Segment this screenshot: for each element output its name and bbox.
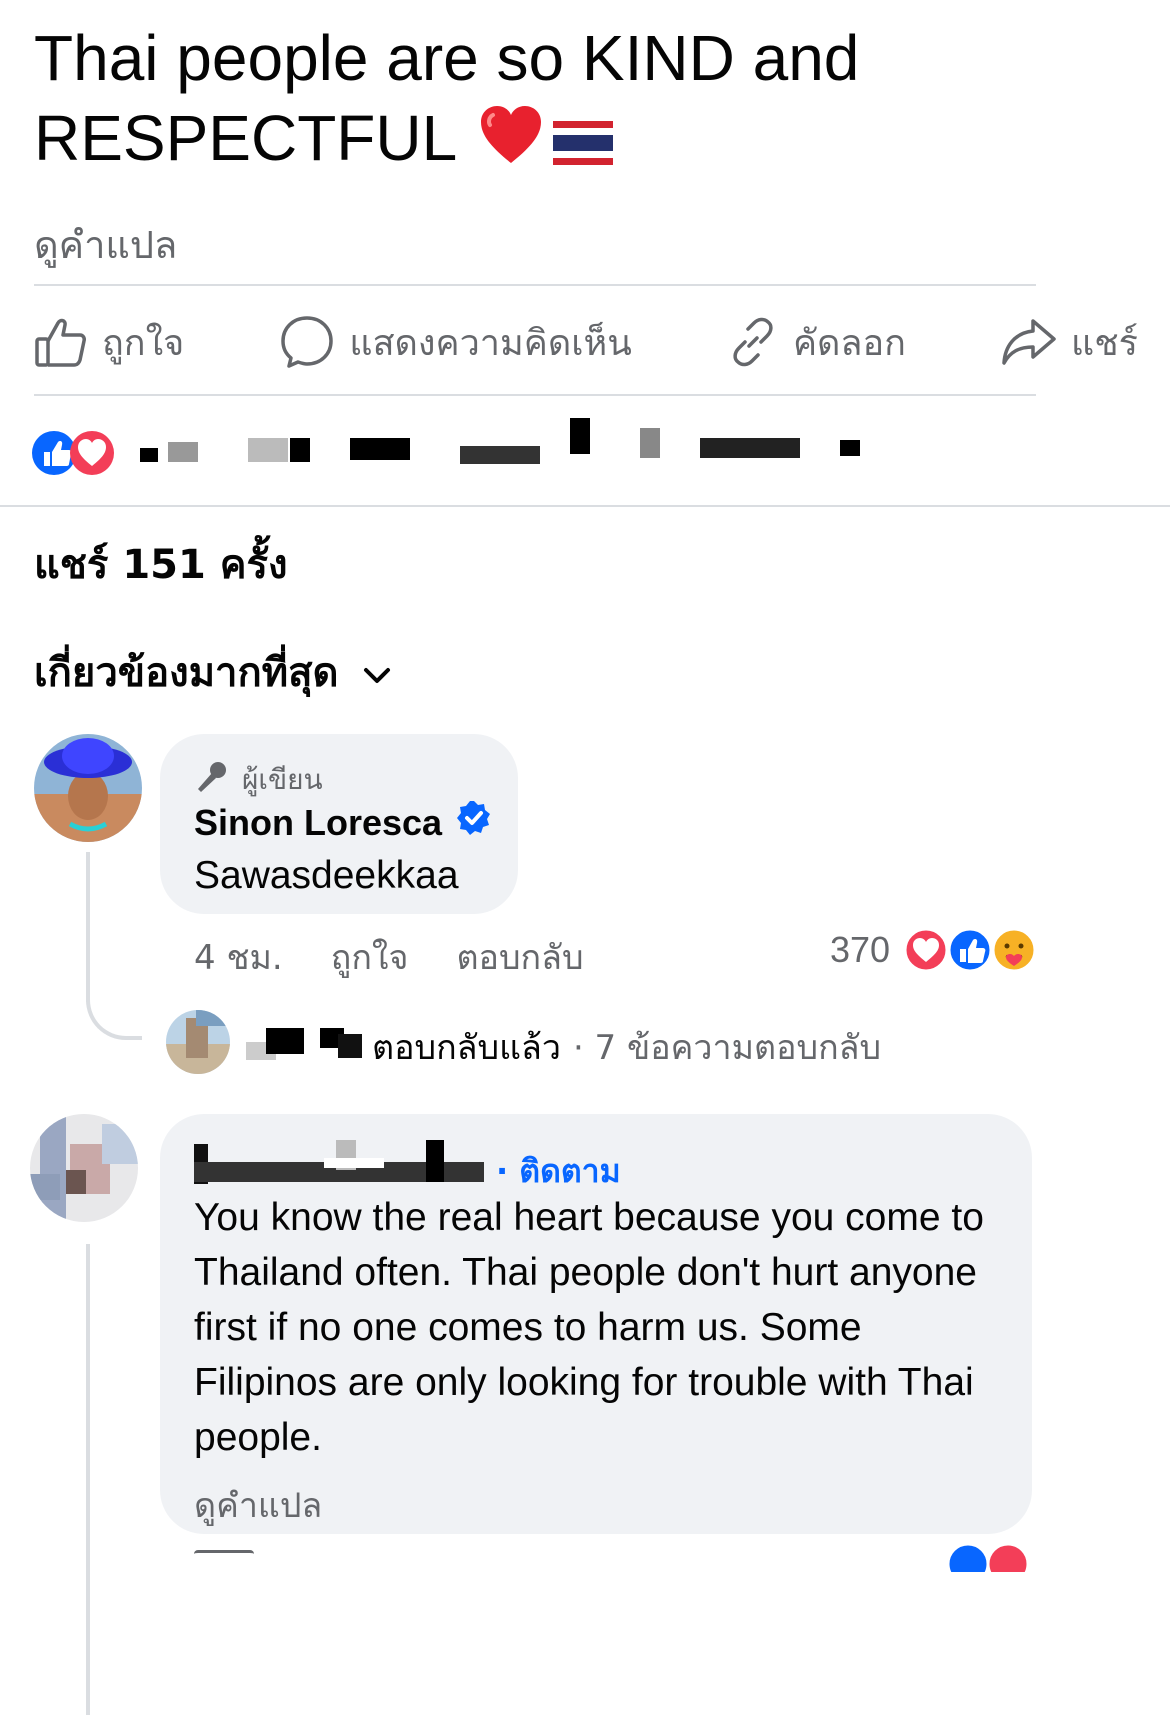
share-count[interactable]: แชร์ 151 ครั้ง	[34, 532, 288, 596]
post-action-bar: ถูกใจ แสดงความคิดเห็น คัดลอก แชร์	[34, 300, 1138, 384]
like-button[interactable]: ถูกใจ	[34, 314, 184, 371]
verified-badge-icon	[456, 800, 492, 845]
copy-link-button[interactable]: คัดลอก	[727, 314, 906, 371]
comment-button[interactable]: แสดงความคิดเห็น	[279, 314, 632, 371]
reaction-icons-partial	[946, 1542, 1036, 1572]
link-icon	[727, 316, 779, 368]
share-label: แชร์	[1070, 322, 1138, 364]
divider	[34, 284, 1036, 286]
comment-text: Sawasdeekkaa	[194, 854, 459, 897]
redacted-replier-name	[246, 1024, 364, 1064]
reply-thread-line	[86, 852, 90, 1002]
reply-thread-curve	[86, 990, 142, 1040]
comment-bubble-icon	[279, 314, 335, 370]
commenter-avatar[interactable]	[30, 1114, 138, 1222]
comment-sort-dropdown[interactable]: เกี่ยวข้องมากที่สุด	[34, 640, 391, 704]
replied-label: ตอบกลับแล้ว	[372, 1028, 561, 1068]
comment-timestamp: 4 ชม.	[194, 938, 283, 978]
redacted-commenter-name	[194, 1140, 504, 1184]
share-arrow-icon	[1001, 317, 1057, 367]
divider	[34, 394, 1036, 396]
comment-meta-partial	[194, 1550, 314, 1570]
replies-count: · 7 ข้อความตอบกลับ	[572, 1028, 882, 1068]
red-heart-icon	[479, 103, 543, 183]
comment-reply-button[interactable]: ตอบกลับ	[456, 930, 583, 984]
comment-like-button[interactable]: ถูกใจ	[331, 930, 409, 984]
commenter-name-text: Sinon Loresca	[194, 801, 443, 843]
commenter-name[interactable]: Sinon Loresca	[194, 800, 492, 845]
author-badge-label: ผู้เขียน	[242, 763, 323, 796]
thumbs-up-icon	[34, 315, 88, 369]
reaction-icons	[30, 428, 130, 478]
microphone-icon	[194, 759, 230, 802]
post-text: Thai people are so KIND and RESPECTFUL	[34, 18, 1134, 183]
post-text-line-2: RESPECTFUL	[34, 98, 1134, 183]
view-replies-link[interactable]: ตอบกลับแล้ว · 7 ข้อความตอบกลับ	[372, 1020, 881, 1074]
avatar[interactable]	[34, 734, 142, 842]
share-button[interactable]: แชร์	[1001, 314, 1138, 371]
reply-thread-line	[86, 1244, 90, 1715]
comment-reactions[interactable]: 370	[830, 926, 1038, 974]
copy-label: คัดลอก	[792, 322, 906, 364]
thailand-flag-icon	[553, 103, 614, 183]
divider	[0, 505, 1170, 507]
post-text-line-1: Thai people are so KIND and	[34, 22, 860, 94]
reaction-summary[interactable]	[30, 418, 930, 484]
chevron-down-icon	[363, 649, 391, 695]
see-translation-link[interactable]: ดูคำแปล	[194, 1478, 322, 1532]
redacted-reactor-names	[140, 418, 940, 476]
replier-avatar[interactable]	[166, 1010, 230, 1074]
comment-text: You know the real heart because you come…	[194, 1196, 984, 1459]
post-text-line-2-text: RESPECTFUL	[34, 102, 458, 174]
author-badge: ผู้เขียน	[194, 758, 323, 802]
sort-label: เกี่ยวข้องมากที่สุด	[34, 650, 339, 696]
comment-label: แสดงความคิดเห็น	[349, 322, 632, 364]
see-translation-link[interactable]: ดูคำแปล	[34, 214, 177, 275]
reaction-count: 370	[830, 929, 891, 970]
like-label: ถูกใจ	[102, 322, 185, 364]
reaction-icons	[904, 926, 1038, 974]
comment-meta: 4 ชม. ถูกใจ ตอบกลับ	[194, 930, 584, 984]
